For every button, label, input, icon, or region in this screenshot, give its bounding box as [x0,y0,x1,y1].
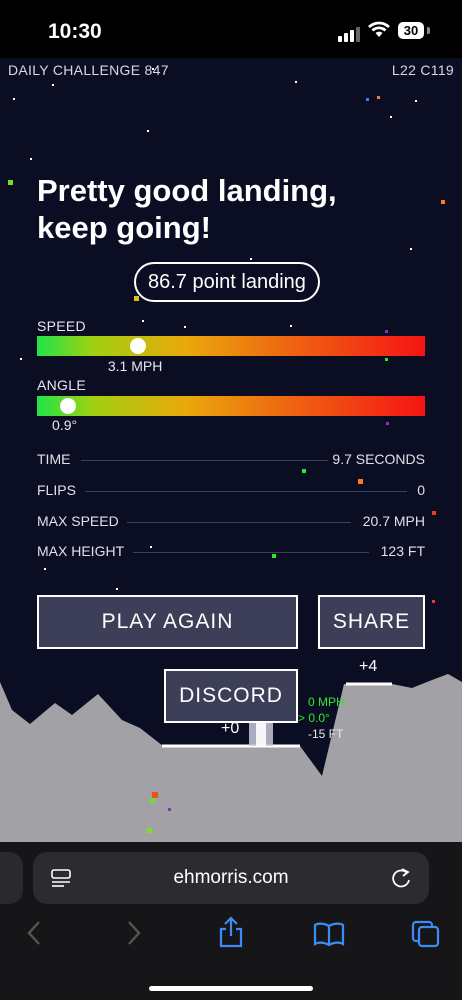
game-canvas[interactable]: DAILY CHALLENGE 847 L22 C119 Pretty good… [0,58,462,842]
battery-tip [427,27,430,34]
share-icon[interactable] [218,916,244,948]
back-icon[interactable] [26,920,42,946]
telemetry-arrow-icon: > [298,711,306,725]
telemetry-readout: 0 MPH > 0.0° -15 FT [298,694,345,742]
share-button[interactable]: SHARE [318,595,425,649]
battery-icon: 30 [398,22,424,39]
reload-icon[interactable] [391,867,411,889]
address-bar[interactable]: ehmorris.com [33,852,429,904]
play-again-button[interactable]: PLAY AGAIN [37,595,298,649]
url-text[interactable]: ehmorris.com [33,867,429,889]
previous-tab-preview[interactable] [0,852,23,904]
telemetry-angle: 0.0° [308,711,330,725]
telemetry-angle-row: > 0.0° [298,710,345,726]
bookmarks-icon[interactable] [313,922,345,946]
discord-button[interactable]: DISCORD [164,669,298,723]
browser-toolbar: ehmorris.com [0,842,462,1000]
landing-pad-right-bonus: +4 [359,658,378,675]
status-time: 10:30 [48,20,102,43]
telemetry-speed: 0 MPH [308,695,345,709]
forward-icon[interactable] [126,920,142,946]
home-indicator [149,986,313,991]
telemetry-altitude: -15 FT [308,727,344,741]
signal-icon [338,24,362,42]
status-bar: 10:30 30 [0,0,462,58]
wifi-icon [368,21,390,37]
tabs-icon[interactable] [411,920,441,948]
